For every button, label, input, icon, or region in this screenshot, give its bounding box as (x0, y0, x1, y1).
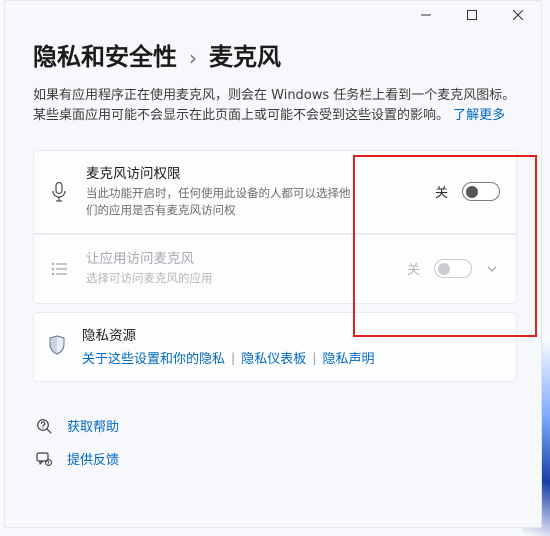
shield-icon (48, 335, 66, 359)
window-close-button[interactable] (495, 1, 541, 29)
setting-row-mic-access: 麦克风访问权限 当此功能开启时，任何使用此设备的人都可以选择他们的应用是否有麦克… (33, 150, 517, 233)
app-access-toggle (434, 259, 472, 278)
privacy-dashboard-link[interactable]: 隐私仪表板 (241, 348, 306, 367)
setting-subtitle: 当此功能开启时，任何使用此设备的人都可以选择他们的应用是否有麦克风访问权 (86, 185, 356, 218)
window-titlebar (5, 1, 541, 33)
get-help-link[interactable]: 获取帮助 (35, 416, 517, 435)
page-title: 麦克风 (209, 37, 281, 72)
get-help-label: 获取帮助 (67, 416, 119, 435)
toggle-state-label: 关 (407, 259, 420, 278)
breadcrumb-parent[interactable]: 隐私和安全性 (33, 37, 177, 72)
privacy-statement-link[interactable]: 隐私声明 (322, 348, 374, 367)
settings-window: 隐私和安全性 › 麦克风 如果有应用程序正在使用麦克风，则会在 Windows … (4, 0, 542, 528)
setting-title: 麦克风访问权限 (86, 165, 419, 184)
description-text: 如果有应用程序正在使用麦克风，则会在 Windows 任务栏上看到一个麦克风图标… (33, 88, 515, 123)
list-icon (48, 262, 70, 276)
window-minimize-button[interactable] (403, 1, 449, 29)
setting-row-app-access[interactable]: 让应用访问麦克风 选择可访问麦克风的应用 关 (33, 234, 517, 304)
page-description: 如果有应用程序正在使用麦克风，则会在 Windows 任务栏上看到一个麦克风图标… (33, 86, 517, 126)
breadcrumb: 隐私和安全性 › 麦克风 (33, 37, 517, 72)
learn-more-link[interactable]: 了解更多 (453, 108, 505, 123)
setting-title: 让应用访问麦克风 (86, 250, 391, 269)
setting-subtitle: 选择可访问麦克风的应用 (86, 270, 356, 287)
toggle-state-label: 关 (435, 182, 448, 201)
breadcrumb-separator: › (189, 46, 197, 70)
window-maximize-button[interactable] (449, 1, 495, 29)
mic-access-toggle[interactable] (462, 182, 500, 201)
feedback-icon (35, 451, 53, 467)
link-separator: | (231, 350, 235, 365)
microphone-icon (48, 182, 70, 202)
help-icon (35, 418, 53, 434)
link-separator: | (312, 350, 316, 365)
chevron-down-icon (486, 263, 500, 275)
give-feedback-label: 提供反馈 (67, 449, 119, 468)
about-settings-privacy-link[interactable]: 关于这些设置和你的隐私 (82, 348, 225, 367)
privacy-resources-card: 隐私资源 关于这些设置和你的隐私 | 隐私仪表板 | 隐私声明 (33, 312, 517, 383)
resources-title: 隐私资源 (82, 327, 500, 346)
give-feedback-link[interactable]: 提供反馈 (35, 449, 517, 468)
